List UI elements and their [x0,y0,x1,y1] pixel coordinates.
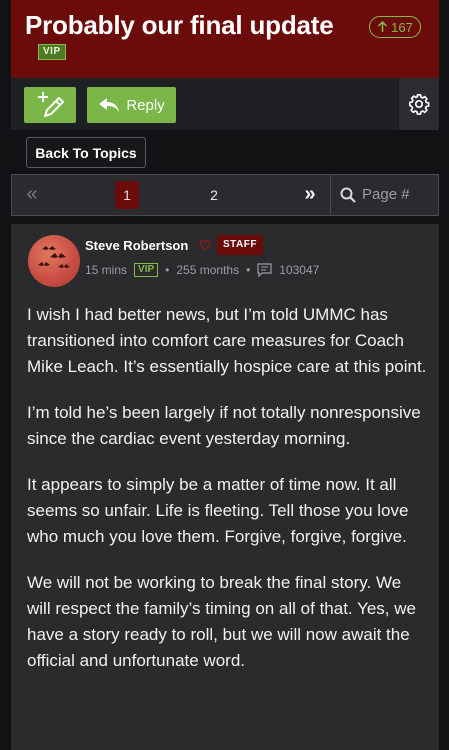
first-page-button[interactable]: « [12,175,52,214]
comment-icon [257,263,272,277]
bird-silhouettes-icon [38,246,70,268]
separator-dot: • [165,263,170,277]
vip-badge-small: VIP [134,263,159,277]
author-name[interactable]: Steve Robertson [85,238,188,253]
settings-button[interactable] [399,78,439,130]
gear-icon [409,94,430,115]
new-topic-button[interactable] [24,87,76,123]
separator-dot: • [246,263,251,277]
reply-label: Reply [126,96,165,114]
page-1-button[interactable]: 1 [115,181,139,209]
arrow-up-icon [378,21,388,32]
post-time: 15 mins [85,263,128,277]
membership-duration: 255 months [176,263,240,277]
post-count: 103047 [279,263,320,277]
heart-icon[interactable] [199,239,211,251]
post-paragraph: I wish I had better news, but I’m told U… [27,305,427,376]
page-jump-placeholder: Page # [362,186,410,203]
last-page-button[interactable]: » [290,175,331,214]
post-paragraph: It appears to simply be a matter of time… [27,475,409,546]
reply-arrow-icon [99,98,120,112]
topic-header: Probably our final update 167 VIP [11,0,439,78]
double-chevron-left-icon: « [26,183,38,205]
post-paragraph: I’m told he’s been largely if not totall… [27,403,421,448]
vip-badge: VIP [38,44,66,60]
avatar[interactable] [28,235,80,287]
page-title: Probably our final update [25,10,334,40]
double-chevron-right-icon: » [304,183,316,205]
search-icon [340,187,356,203]
post-card: Steve Robertson STAFF 15 mins VIP • 255 … [11,224,439,750]
upvote-button[interactable]: 167 [369,16,421,38]
post-body: I wish I had better news, but I’m told U… [27,302,427,694]
topic-toolbar: Reply [11,78,439,130]
navigation-row: Back To Topics [11,130,439,174]
back-to-topics-button[interactable]: Back To Topics [26,137,146,168]
pagination-bar: « 1 2 » Page # [11,174,439,216]
post-paragraph: We will not be working to break the fina… [27,573,416,670]
reply-button[interactable]: Reply [87,87,176,123]
upvote-count: 167 [391,19,413,35]
post-meta: 15 mins VIP • 255 months • 103047 [85,263,319,277]
staff-badge: STAFF [217,235,263,255]
page-2-button[interactable]: 2 [202,175,226,214]
add-edit-icon [38,92,64,117]
page-jump-input[interactable]: Page # [332,175,437,214]
